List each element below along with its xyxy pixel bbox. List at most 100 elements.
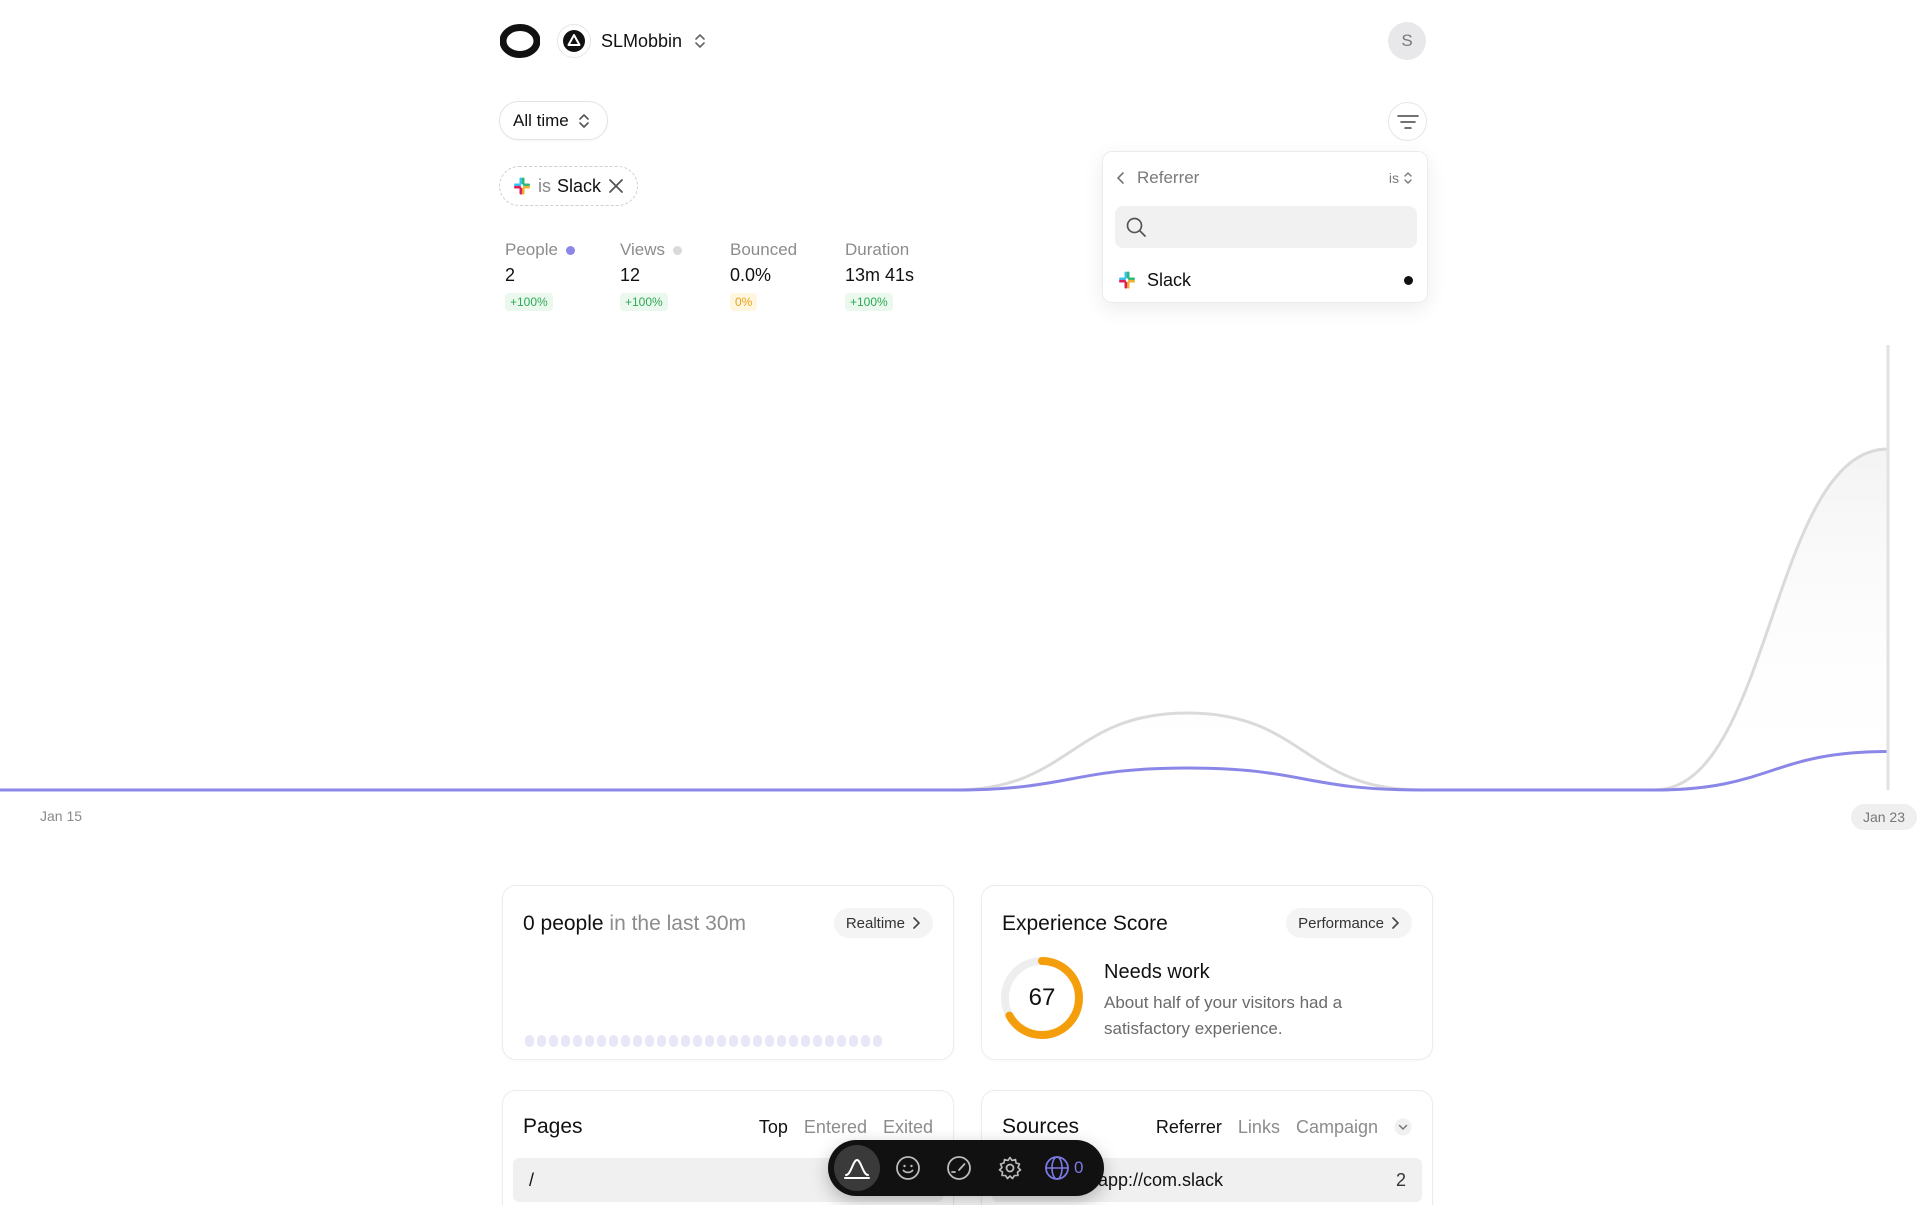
stat-value: 12 [620, 265, 641, 285]
performance-link-label: Performance [1298, 914, 1384, 932]
minute-bar [633, 1035, 642, 1047]
realtime-card: 0 people in the last 30m Realtime [502, 885, 954, 1060]
date-range-selector[interactable]: All time [499, 101, 608, 140]
operator-select[interactable]: is [1389, 170, 1413, 186]
experience-status: Needs work [1104, 961, 1210, 983]
realtime-link-label: Realtime [845, 914, 905, 932]
source-count: 2 [1395, 1169, 1406, 1190]
minute-bar [561, 1035, 570, 1047]
search-icon [1126, 217, 1146, 237]
dock-globe-button[interactable]: 0 [1038, 1145, 1089, 1191]
stat-change-badge: +100% [505, 293, 553, 311]
minute-bar [645, 1035, 654, 1047]
performance-link-button[interactable]: Performance [1286, 908, 1412, 938]
sources-tabs: Referrer Links Campaign [1156, 1117, 1412, 1138]
views-area [20, 449, 1888, 790]
active-filter-chip[interactable]: is Slack [499, 166, 639, 206]
dock-pulse-button[interactable] [834, 1145, 880, 1191]
minute-bar [681, 1035, 690, 1047]
x-tick-label: Jan 23 [1863, 809, 1905, 825]
tab-campaign[interactable]: Campaign [1296, 1117, 1378, 1138]
tab-referrer[interactable]: Referrer [1156, 1117, 1222, 1138]
stat-views[interactable]: Views 12 +100% [620, 238, 683, 311]
minute-bar [657, 1035, 666, 1047]
stat-bounced[interactable]: Bounced 0.0% 0% [730, 238, 797, 311]
minute-bar [741, 1035, 750, 1047]
globe-count: 0 [1074, 1158, 1084, 1177]
dock-feedback-button[interactable] [885, 1145, 931, 1191]
minute-bar [801, 1035, 810, 1047]
globe-icon [1045, 1156, 1069, 1180]
minute-bar [729, 1035, 738, 1047]
legend-dot [565, 245, 575, 255]
close-icon[interactable] [607, 177, 625, 195]
experience-description: About half of your visitors had a satisf… [1104, 993, 1343, 1038]
stat-change-badge: 0% [730, 293, 758, 311]
realtime-link-button[interactable]: Realtime [833, 908, 933, 938]
tab-entered[interactable]: Entered [804, 1117, 867, 1138]
stat-people[interactable]: People 2 +100% [505, 238, 575, 311]
realtime-count: 0 people [523, 912, 604, 935]
traffic-chart[interactable]: Jan 15 Jan 23 [0, 330, 1920, 840]
experience-title: Experience Score [1002, 912, 1168, 935]
stat-label: Views [620, 240, 666, 259]
operator-label: is [1388, 170, 1399, 186]
chevron-down-icon[interactable] [1394, 1118, 1412, 1136]
pages-tabs: Top Entered Exited [759, 1117, 933, 1138]
tab-exited[interactable]: Exited [883, 1117, 933, 1138]
experience-score-card: Experience Score Performance 67 Needs wo… [981, 885, 1433, 1060]
filter-value: Slack [557, 175, 602, 196]
minute-bar [669, 1035, 678, 1047]
date-range-label: All time [513, 110, 569, 130]
stat-value: 13m 41s [845, 265, 915, 285]
tab-top[interactable]: Top [759, 1117, 788, 1138]
realtime-suffix: in the last 30m [609, 912, 746, 935]
site-avatar [557, 24, 591, 58]
filter-button[interactable] [1388, 102, 1427, 141]
slack-icon [1119, 271, 1135, 289]
realtime-headline: 0 people in the last 30m [523, 912, 746, 936]
minute-bar [693, 1035, 702, 1047]
popover-header: Referrer is [1115, 166, 1413, 190]
stat-value: 0.0% [730, 265, 772, 285]
stat-label: Duration [845, 240, 910, 259]
minute-bar [597, 1035, 606, 1047]
referrer-filter-popover: Referrer is Slack [1102, 151, 1428, 303]
filter-icon [1396, 114, 1419, 129]
dock-performance-button[interactable] [936, 1145, 982, 1191]
site-name: SLMobbin [601, 30, 683, 51]
user-avatar[interactable]: S [1388, 22, 1426, 60]
stat-change-badge: +100% [620, 293, 668, 311]
minute-bar [525, 1035, 534, 1047]
referrer-search-input[interactable] [1115, 206, 1417, 248]
minute-bar [789, 1035, 798, 1047]
chevron-left-icon[interactable] [1115, 170, 1127, 186]
smile-icon [896, 1156, 920, 1180]
gauge-icon [947, 1156, 971, 1180]
chevron-right-icon [1392, 917, 1399, 929]
stat-duration[interactable]: Duration 13m 41s +100% [845, 238, 914, 311]
referrer-option-slack[interactable]: Slack [1117, 265, 1413, 295]
minute-bar [621, 1035, 630, 1047]
selected-indicator [1404, 275, 1413, 285]
minute-bar [873, 1035, 882, 1047]
minute-bar [861, 1035, 870, 1047]
site-triangle-icon [563, 30, 585, 52]
popover-title: Referrer [1137, 168, 1200, 187]
minute-bar [849, 1035, 858, 1047]
filter-operator: is [538, 175, 551, 196]
bottom-dock: 0 [828, 1140, 1104, 1196]
chevron-updown-icon [578, 113, 589, 128]
legend-dot [673, 245, 683, 255]
tab-links[interactable]: Links [1238, 1117, 1280, 1138]
option-label: Slack [1147, 269, 1192, 290]
logo-icon [499, 24, 541, 58]
site-switcher[interactable]: SLMobbin [557, 22, 708, 60]
app-logo[interactable] [499, 24, 541, 58]
stat-label: People [505, 240, 558, 259]
dock-settings-button[interactable] [987, 1145, 1033, 1191]
settings-icon [998, 1156, 1022, 1180]
avatar-initial: S [1401, 31, 1413, 50]
minute-bar [813, 1035, 822, 1047]
page-path: / [529, 1169, 535, 1190]
